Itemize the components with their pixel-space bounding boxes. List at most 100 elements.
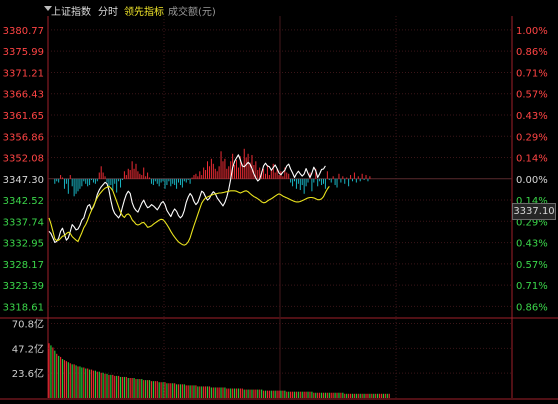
volume-bars (48, 343, 390, 398)
volume-bar (255, 389, 257, 398)
volume-bar (378, 393, 381, 398)
volume-bar (286, 391, 288, 398)
percent-tick-label: 0.00% (516, 175, 548, 186)
volume-bar (232, 388, 234, 398)
volume-bar (141, 379, 143, 398)
price-tick-label: 3361.65 (3, 111, 44, 122)
volume-bar (388, 393, 390, 398)
volume-bar (326, 392, 328, 398)
volume-bar (195, 385, 197, 398)
volume-bar (367, 393, 369, 398)
volume-bar (125, 376, 127, 398)
volume-bar (272, 390, 274, 398)
volume-bar (311, 391, 313, 398)
breadth-bars (54, 148, 371, 197)
timeshare-tab[interactable]: 分时 (98, 3, 118, 18)
volume-bar (338, 392, 340, 398)
volume-bar (317, 392, 319, 398)
volume-bar (187, 385, 189, 398)
volume-bar (143, 380, 145, 398)
percent-tick-label: 0.43% (516, 111, 548, 122)
volume-bar (319, 392, 321, 398)
volume-bar (210, 387, 212, 398)
volume-bar (50, 345, 52, 398)
volume-bar (237, 388, 240, 398)
volume-bar (228, 388, 230, 398)
volume-bar (214, 387, 216, 398)
volume-bar (349, 393, 352, 398)
volume-bar (170, 383, 172, 398)
volume-bar (320, 392, 323, 398)
volume-bar (261, 389, 263, 398)
percent-tick-label: 0.57% (516, 90, 548, 101)
volume-bar (121, 376, 124, 398)
axis-tick-labels: 3380.77 1.00% 3375.99 0.86% 3371.21 0.71% 3366… (3, 6, 548, 380)
volume-bar (185, 385, 187, 398)
percent-tick-label: 1.00% (516, 26, 548, 37)
volume-bar (264, 390, 267, 398)
volume-bar (102, 372, 104, 398)
volume-bar (94, 370, 96, 398)
volume-bar (90, 369, 93, 398)
price-tick-label: 3352.08 (3, 154, 44, 165)
volume-bar (160, 382, 162, 398)
percent-tick-label: 0.57% (516, 260, 548, 271)
volume-tick-label: 47.2亿 (12, 342, 44, 355)
volume-bar (146, 380, 149, 398)
volume-bar (106, 373, 108, 398)
volume-bar (162, 382, 164, 398)
volume-bar (108, 374, 110, 398)
volume-bar (293, 391, 296, 398)
percent-tick-label: 0.43% (516, 239, 548, 250)
volume-bar (65, 361, 67, 398)
price-tick-label: 3337.74 (3, 217, 44, 228)
volume-bar (123, 376, 125, 398)
volume-bar (52, 347, 54, 398)
volume-bar (77, 366, 79, 398)
volume-bar (73, 364, 75, 398)
price-tick-label: 3347.30 (3, 175, 44, 186)
volume-bar (216, 387, 218, 398)
volume-bar (218, 387, 220, 398)
volume-bar (127, 378, 129, 398)
volume-bar (58, 355, 60, 398)
volume-bar (193, 385, 195, 398)
volume-bar (179, 384, 182, 398)
volume-bar (357, 393, 359, 398)
volume-bar (81, 367, 83, 398)
index-name[interactable]: 上证指数 (51, 3, 91, 18)
volume-bar (278, 390, 280, 398)
volume-bar (139, 379, 141, 398)
volume-bar (259, 389, 261, 398)
volume-bar (61, 359, 64, 398)
volume-bar (63, 360, 66, 398)
volume-bar (270, 390, 272, 398)
volume-bar (334, 392, 336, 398)
volume-bar (92, 370, 95, 398)
intraday-chart[interactable]: 3380.77 1.00% 3375.99 0.86% 3371.21 0.71% 3366… (0, 0, 558, 404)
volume-bar (129, 378, 131, 398)
volume-bar (208, 386, 211, 398)
volume-bar (177, 384, 180, 398)
chart-grid (0, 16, 558, 400)
volume-bar (152, 381, 154, 398)
volume-bar (332, 392, 334, 398)
volume-bar (274, 390, 276, 398)
price-tick-label: 3323.39 (3, 281, 44, 292)
volume-bar (168, 383, 170, 398)
volume-bar (224, 387, 226, 398)
volume-bar (303, 391, 305, 398)
volume-bar (69, 363, 71, 398)
volume-bar (253, 389, 255, 398)
volume-bar (181, 384, 183, 398)
volume-bar (288, 391, 290, 398)
volume-bar (88, 369, 91, 398)
volume-bar (212, 387, 214, 398)
volume-bar (268, 390, 270, 398)
volume-bar (235, 388, 238, 398)
volume-bar (371, 393, 373, 398)
volume-bar (307, 391, 309, 398)
volume-bar (59, 356, 62, 398)
volume-bar (257, 389, 259, 398)
leading-indicator-label[interactable]: 领先指标 (124, 3, 164, 18)
